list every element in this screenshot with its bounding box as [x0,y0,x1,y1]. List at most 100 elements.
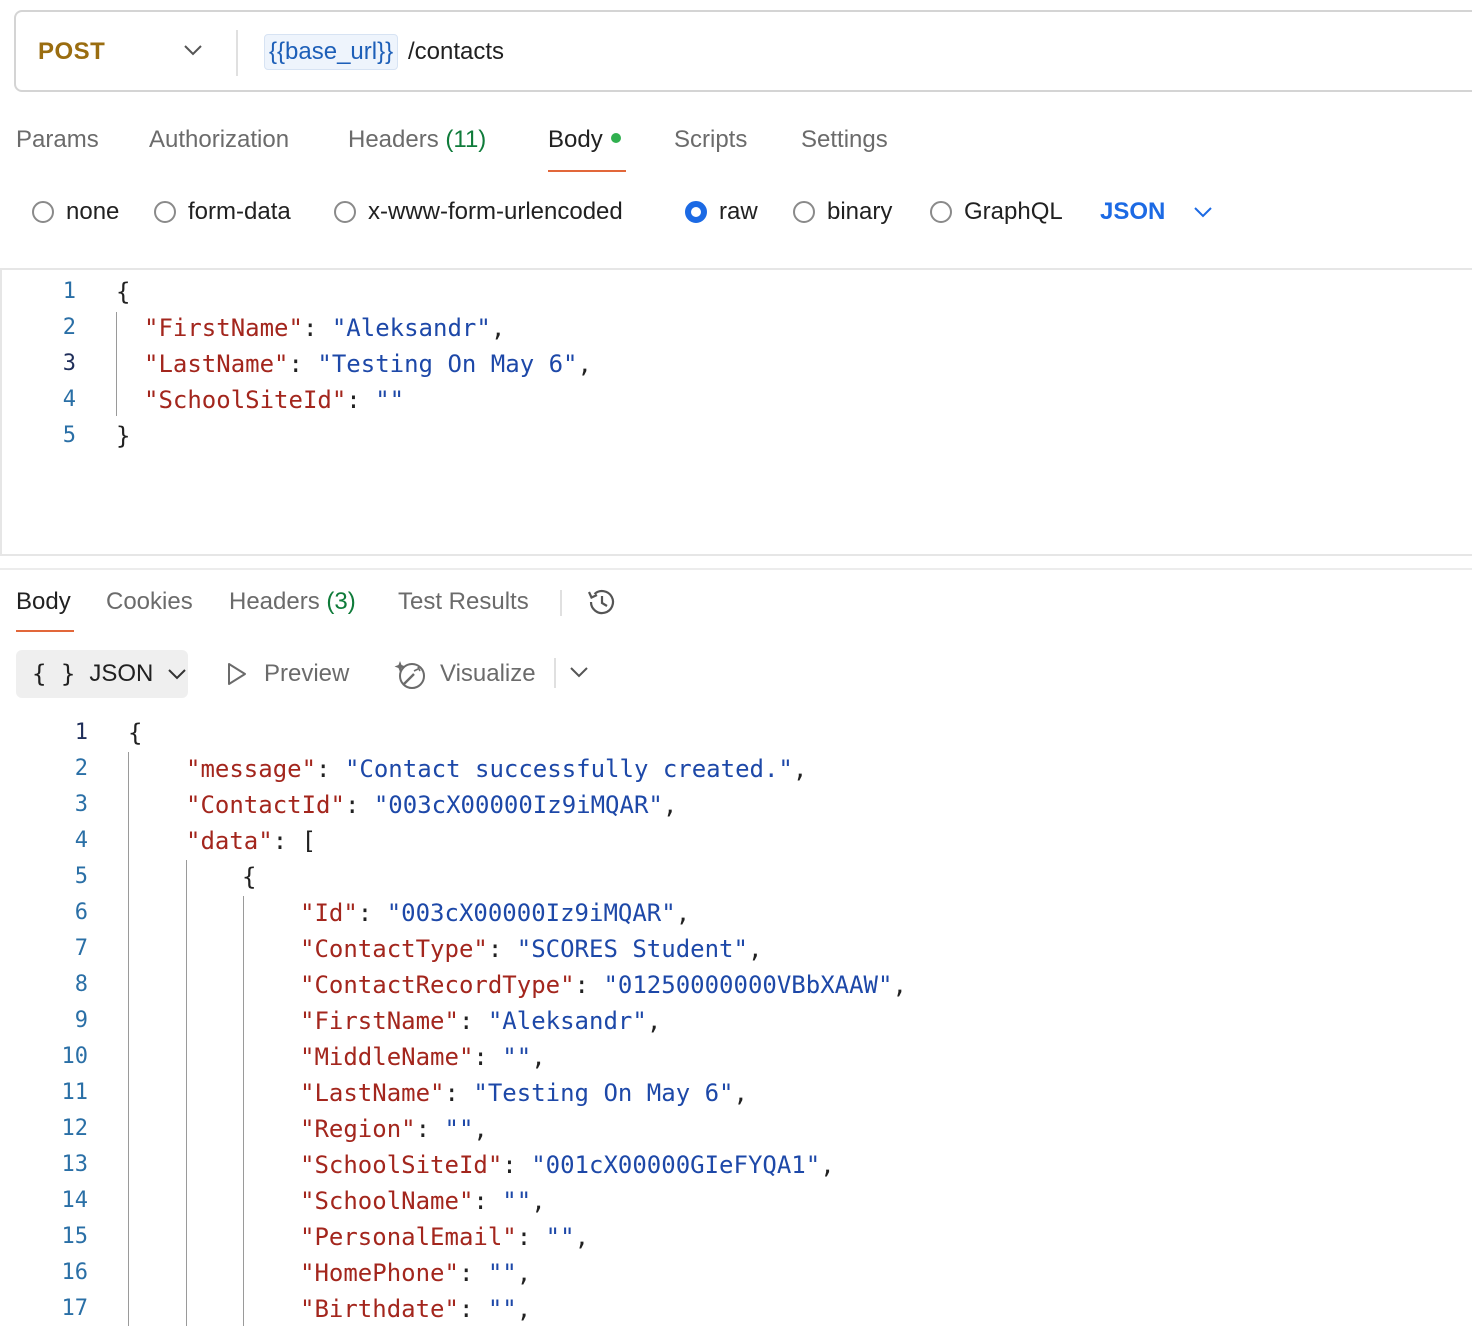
url-variable[interactable]: {{base_url}} [264,34,399,70]
code-line: "LastName": "Testing On May 6", [300,1075,748,1111]
code-line: { [242,859,256,895]
tab-test-results[interactable]: Test Results [398,582,529,622]
json-key: "Region" [300,1115,416,1143]
code-line: "Birthdate": "", [300,1291,531,1326]
json-punctuation: , [675,899,691,927]
json-string: "" [545,1223,575,1251]
response-format-select[interactable]: { } JSON [16,650,188,698]
json-string: "" [502,1187,532,1215]
code-line: "SchoolName": "", [300,1183,546,1219]
json-punctuation: , [820,1151,835,1179]
line-number: 3 [62,351,76,376]
json-punctuation: : [487,935,517,963]
url-bar: POST {{base_url}} /contacts [14,10,1472,92]
line-number: 2 [62,315,76,340]
code-line: "PersonalEmail": "", [300,1219,589,1255]
indent-guide [243,896,244,1326]
line-number: 11 [61,1080,89,1105]
json-key: "SchoolSiteId" [300,1151,503,1179]
pane-separator[interactable] [0,568,1472,570]
json-key: "SchoolSiteId" [144,386,347,414]
json-key: "ContactId" [186,791,345,819]
url-path[interactable]: /contacts [408,34,504,70]
divider [560,590,562,616]
json-punctuation: : [316,755,345,783]
radio-circle[interactable] [32,201,54,223]
json-key: "FirstName" [144,314,303,342]
tab-response-headers[interactable]: Headers (3) [229,582,356,622]
json-string: "" [502,1043,532,1071]
line-number: 1 [74,720,88,745]
tab-body[interactable]: Body [548,120,621,160]
json-string: "" [487,1259,517,1287]
json-punctuation: , [662,791,678,819]
json-string: "Aleksandr" [487,1007,647,1035]
line-number: 7 [74,936,88,961]
json-string: "003cX00000Iz9iMQAR" [373,791,663,819]
code-line: "ContactRecordType": "01250000000VBbXAAW… [300,967,907,1003]
json-punctuation: : [473,1043,503,1071]
radio-x-www-form-urlencoded[interactable]: x-www-form-urlencoded [334,190,623,234]
radio-circle-checked[interactable] [685,201,707,223]
radio-circle[interactable] [334,201,356,223]
json-punctuation: , [574,1223,590,1251]
history-icon[interactable] [584,584,620,620]
code-line: "ContactId": "003cX00000Iz9iMQAR", [186,787,677,823]
code-line: "Id": "003cX00000Iz9iMQAR", [300,895,690,931]
json-key: "PersonalEmail" [300,1223,517,1251]
json-key: "ContactType" [300,935,488,963]
radio-graphql[interactable]: GraphQL [930,190,1063,234]
line-number: 15 [61,1224,89,1249]
json-punctuation: , [892,971,907,999]
json-key: "data" [186,827,273,855]
divider [236,30,238,76]
method-select[interactable]: POST [38,38,105,66]
json-punctuation: , [646,1007,662,1035]
tab-response-body[interactable]: Body [16,582,71,622]
request-body-editor[interactable]: 1 {2 "FirstName": "Aleksandr", 3 "LastName":… [0,268,1472,556]
visualize-button[interactable]: Visualize [394,650,536,698]
tab-scripts[interactable]: Scripts [674,120,747,160]
radio-circle[interactable] [793,201,815,223]
json-punctuation: : [574,971,604,999]
code-line: { [116,274,130,310]
chevron-down-icon[interactable] [182,42,204,58]
json-punctuation: : [458,1259,488,1287]
json-punctuation: : [357,899,387,927]
line-number: 13 [61,1152,89,1177]
radio-binary[interactable]: binary [793,190,892,234]
chevron-down-icon[interactable] [568,664,590,680]
line-number: 10 [61,1044,89,1069]
json-punctuation: } [116,422,131,450]
json-string: "Contact successfully created." [344,755,793,783]
play-icon [228,663,246,685]
line-number: 14 [61,1188,89,1213]
json-string: "" [487,1295,517,1323]
tab-headers[interactable]: Headers (11) [348,120,486,160]
json-punctuation: : [346,386,376,414]
code-line: "LastName": "Testing On May 6", [144,346,592,382]
radio-none[interactable]: none [32,190,119,234]
code-line: "SchoolSiteId": "001cX00000GIeFYQA1", [300,1147,835,1183]
body-format-select[interactable]: JSON [1100,190,1213,234]
tab-cookies[interactable]: Cookies [106,582,193,622]
response-body-viewer[interactable]: 1 {2 "message": "Contact successfully crea… [0,714,1472,1326]
line-number: 12 [61,1116,89,1141]
tab-params[interactable]: Params [16,120,99,160]
json-punctuation: , [516,1295,532,1323]
json-punctuation: { [242,863,257,891]
headers-count: (11) [445,126,487,153]
radio-circle[interactable] [930,201,952,223]
preview-button[interactable]: Preview [226,650,349,698]
json-punctuation: , [747,935,763,963]
code-line: "HomePhone": "", [300,1255,531,1291]
json-string: "Testing On May 6" [317,350,578,378]
json-key: "SchoolName" [300,1187,474,1215]
response-headers-count: (3) [326,588,356,615]
tab-settings[interactable]: Settings [801,120,888,160]
json-punctuation: : [415,1115,445,1143]
radio-form-data[interactable]: form-data [154,190,291,234]
tab-authorization[interactable]: Authorization [149,120,289,160]
radio-raw[interactable]: raw [685,190,758,234]
radio-circle[interactable] [154,201,176,223]
